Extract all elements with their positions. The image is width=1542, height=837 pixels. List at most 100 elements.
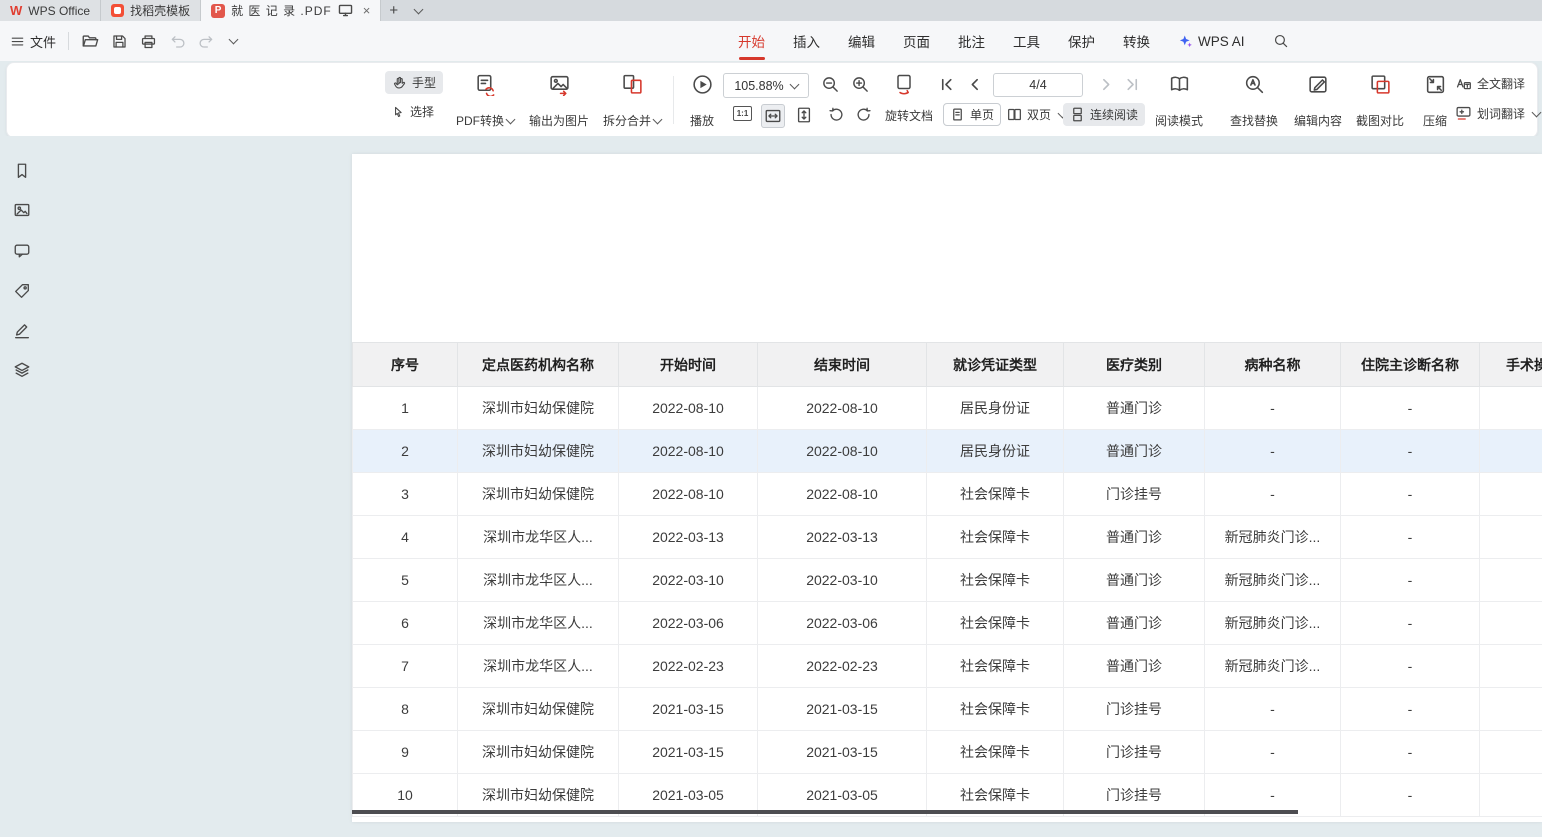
file-menu-button[interactable]: 文件: [10, 32, 56, 51]
edit-content-button[interactable]: 编辑内容: [1287, 71, 1349, 131]
chevron-down-icon: [1532, 107, 1542, 117]
ribbon-tab-protect[interactable]: 保护: [1068, 21, 1095, 61]
word-translate-icon: [1455, 105, 1472, 122]
ribbon-tab-label: 插入: [793, 31, 820, 51]
menu-search-button[interactable]: [1273, 21, 1289, 61]
table-cell: 2022-03-06: [619, 602, 758, 645]
tags-panel-button[interactable]: [13, 282, 31, 300]
first-page-button[interactable]: [939, 77, 954, 92]
double-page-button[interactable]: 双页: [1007, 106, 1066, 123]
tab-wps-office[interactable]: W WPS Office: [0, 0, 101, 21]
table-cell: -: [1341, 559, 1480, 602]
select-tool-button[interactable]: 选择: [391, 103, 434, 120]
reading-mode-button[interactable]: 阅读模式: [1149, 71, 1209, 131]
split-merge-button[interactable]: 拆分合并: [599, 71, 665, 131]
tab-list-dropdown[interactable]: [406, 0, 428, 21]
bookmarks-panel-button[interactable]: [13, 162, 31, 180]
thumbnails-panel-button[interactable]: [13, 201, 31, 219]
compress-button[interactable]: 压缩: [1415, 71, 1455, 131]
fit-height-button[interactable]: [795, 106, 813, 124]
rotate-right-button[interactable]: [855, 106, 873, 124]
horizontal-scrollbar-thumb[interactable]: [352, 810, 1298, 814]
split-merge-icon: [621, 73, 644, 96]
export-as-image-button[interactable]: 输出为图片: [523, 71, 595, 131]
continuous-reading-button[interactable]: 连续阅读: [1063, 103, 1145, 126]
table-cell: 社会保障卡: [927, 559, 1064, 602]
find-replace-icon: [1243, 73, 1266, 96]
ribbon-tab-insert[interactable]: 插入: [793, 21, 820, 61]
table-cell: 社会保障卡: [927, 602, 1064, 645]
table-cell: 深圳市龙华区人...: [458, 645, 619, 688]
save-button[interactable]: [111, 33, 128, 50]
ribbon-tab-label: 页面: [903, 31, 930, 51]
actual-size-button[interactable]: 1:1: [733, 106, 752, 121]
find-replace-button[interactable]: 查找替换: [1223, 71, 1285, 131]
pdf-convert-button[interactable]: PDF转换: [453, 71, 517, 131]
previous-page-button[interactable]: [967, 77, 982, 92]
table-cell: 2022-08-10: [758, 430, 927, 473]
bookmark-icon: [13, 162, 31, 180]
table-cell: -: [1341, 645, 1480, 688]
undo-button[interactable]: [169, 33, 186, 50]
quick-access-dropdown[interactable]: [227, 39, 237, 43]
table-header-cell: 定点医药机构名称: [458, 343, 619, 387]
tab-docer-templates[interactable]: 找稻壳模板: [101, 0, 201, 21]
monitor-icon[interactable]: [338, 4, 353, 17]
page-number-input[interactable]: 4/4: [993, 73, 1083, 97]
reading-mode-label: 阅读模式: [1155, 112, 1203, 129]
comments-panel-button[interactable]: [13, 242, 31, 260]
zoom-level-select[interactable]: 105.88%: [723, 73, 809, 98]
fit-page-icon: [893, 73, 915, 95]
next-page-icon: [1099, 77, 1114, 92]
ribbon-tab-page[interactable]: 页面: [903, 21, 930, 61]
word-translate-button[interactable]: 划词翻译: [1455, 105, 1540, 122]
layers-panel-button[interactable]: [13, 361, 31, 379]
full-text-translate-button[interactable]: 全文翻译: [1455, 75, 1525, 92]
table-row: 1深圳市妇幼保健院2022-08-102022-08-10居民身份证普通门诊--…: [353, 387, 1542, 430]
wps-ai-button[interactable]: WPS AI: [1178, 21, 1245, 61]
open-file-button[interactable]: [81, 32, 99, 50]
tab-document-active[interactable]: P 就 医 记 录 .PDF ×: [201, 0, 381, 21]
new-tab-button[interactable]: +: [381, 0, 406, 21]
zoom-out-button[interactable]: [821, 75, 840, 94]
table-cell: 1: [353, 387, 458, 430]
ribbon-tab-convert[interactable]: 转换: [1123, 21, 1150, 61]
table-cell: 深圳市龙华区人...: [458, 516, 619, 559]
single-page-button[interactable]: 单页: [943, 103, 1001, 126]
table-header-cell: 手术操作名称: [1480, 343, 1542, 387]
compress-label: 压缩: [1423, 112, 1447, 129]
table-cell: 社会保障卡: [927, 645, 1064, 688]
hand-tool-button[interactable]: 手型: [385, 71, 443, 94]
table-cell: 社会保障卡: [927, 473, 1064, 516]
close-tab-icon[interactable]: ×: [363, 3, 371, 18]
last-page-button[interactable]: [1125, 77, 1140, 92]
fit-width-button[interactable]: [761, 104, 785, 128]
signature-panel-button[interactable]: [13, 321, 31, 339]
ribbon-tab-tools[interactable]: 工具: [1013, 21, 1040, 61]
print-button[interactable]: [140, 33, 157, 50]
table-header-cell: 就诊凭证类型: [927, 343, 1064, 387]
signature-pen-icon: [13, 321, 31, 339]
rotate-left-button[interactable]: [827, 106, 845, 124]
play-button[interactable]: 播放: [679, 71, 725, 131]
double-page-icon: [1007, 107, 1022, 122]
play-icon: [691, 73, 714, 96]
hamburger-icon: [10, 34, 25, 49]
redo-button[interactable]: [198, 33, 215, 50]
ribbon-tab-home[interactable]: 开始: [738, 21, 765, 61]
table-cell: 8: [353, 688, 458, 731]
fit-page-button[interactable]: [893, 73, 915, 95]
table-cell: 2: [353, 430, 458, 473]
table-cell: -: [1480, 387, 1542, 430]
divider: [68, 32, 69, 50]
screenshot-compare-icon: [1369, 73, 1392, 96]
zoom-in-button[interactable]: [851, 75, 870, 94]
table-row: 8深圳市妇幼保健院2021-03-152021-03-15社会保障卡门诊挂号--…: [353, 688, 1542, 731]
screenshot-compare-button[interactable]: 截图对比: [1349, 71, 1411, 131]
ribbon-tab-comment[interactable]: 批注: [958, 21, 985, 61]
ribbon-tabs: 开始 插入 编辑 页面 批注 工具 保护 转换 WPS AI: [738, 21, 1289, 61]
hand-icon: [392, 75, 407, 90]
next-page-button[interactable]: [1099, 77, 1114, 92]
rotate-document-label[interactable]: 旋转文档: [885, 107, 933, 124]
ribbon-tab-edit[interactable]: 编辑: [848, 21, 875, 61]
